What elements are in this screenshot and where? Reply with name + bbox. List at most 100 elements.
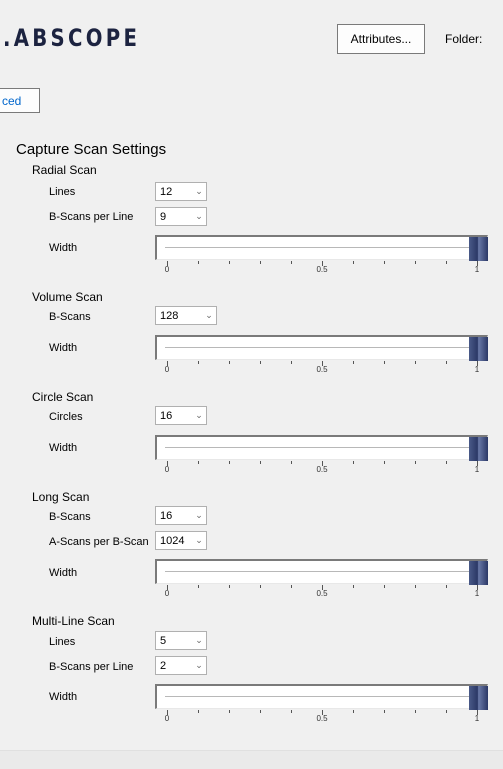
- slider-tick-label-min: 0: [164, 265, 170, 274]
- slider-track[interactable]: [155, 335, 488, 361]
- slider-tick-label-mid: 0.5: [316, 365, 328, 374]
- slider-tick-label-min: 0: [164, 589, 170, 598]
- slider-track-line: [165, 571, 469, 572]
- slider-tick: [446, 710, 447, 713]
- long-scan-title: Long Scan: [32, 490, 90, 504]
- multiline-width-slider[interactable]: 0 0.5 1: [155, 684, 488, 726]
- chevron-down-icon: ⌄: [195, 510, 203, 520]
- slider-tick: [291, 261, 292, 264]
- circle-circles-label: Circles: [49, 411, 83, 423]
- slider-tick: [229, 361, 230, 364]
- radial-lines-label: Lines: [49, 186, 76, 198]
- volume-bscans-select[interactable]: 128 ⌄: [155, 306, 217, 325]
- slider-tick: [291, 461, 292, 464]
- slider-tick-label-max: 1: [474, 365, 480, 374]
- advanced-button[interactable]: ced: [0, 88, 40, 113]
- long-width-slider[interactable]: 0 0.5 1: [155, 559, 488, 601]
- attributes-button[interactable]: Attributes...: [337, 24, 425, 54]
- slider-tick: [229, 261, 230, 264]
- multiline-width-label: Width: [49, 691, 78, 703]
- volume-width-slider[interactable]: 0 0.5 1: [155, 335, 488, 377]
- slider-thumb[interactable]: [469, 686, 488, 710]
- slider-tick: [384, 361, 385, 364]
- radial-bscans-value: 9: [160, 210, 167, 223]
- slider-tick: [446, 261, 447, 264]
- long-bscans-select[interactable]: 16 ⌄: [155, 506, 207, 525]
- slider-thumb[interactable]: [469, 561, 488, 585]
- slider-tick: [415, 361, 416, 364]
- slider-tick-label-mid: 0.5: [316, 589, 328, 598]
- slider-tick: [198, 261, 199, 264]
- circle-width-label: Width: [49, 442, 78, 454]
- slider-tick: [415, 261, 416, 264]
- multiline-bscans-select[interactable]: 2 ⌄: [155, 656, 207, 675]
- slider-tick: [384, 461, 385, 464]
- circle-scan-title: Circle Scan: [32, 390, 94, 404]
- chevron-down-icon: ⌄: [205, 310, 213, 320]
- slider-tick: [353, 710, 354, 713]
- slider-tick: [446, 585, 447, 588]
- slider-tick-label-min: 0: [164, 714, 170, 723]
- volume-width-label: Width: [49, 342, 78, 354]
- radial-width-slider[interactable]: 0 0.5 1: [155, 235, 488, 277]
- volume-bscans-label: B-Scans: [49, 311, 91, 323]
- chevron-down-icon: ⌄: [195, 211, 203, 221]
- circle-circles-select[interactable]: 16 ⌄: [155, 406, 207, 425]
- radial-lines-select[interactable]: 12 ⌄: [155, 182, 207, 201]
- slider-tick: [198, 585, 199, 588]
- slider-tick-label-mid: 0.5: [316, 265, 328, 274]
- slider-tick: [260, 261, 261, 264]
- chevron-down-icon: ⌄: [195, 410, 203, 420]
- circle-circles-value: 16: [160, 409, 173, 422]
- chevron-down-icon: ⌄: [195, 660, 203, 670]
- slider-tick: [384, 261, 385, 264]
- slider-tick: [384, 710, 385, 713]
- slider-thumb[interactable]: [469, 437, 488, 461]
- slider-track-line: [165, 696, 469, 697]
- slider-tick: [229, 710, 230, 713]
- slider-thumb[interactable]: [469, 337, 488, 361]
- multiline-lines-select[interactable]: 5 ⌄: [155, 631, 207, 650]
- slider-tick-label-min: 0: [164, 465, 170, 474]
- slider-tick: [198, 461, 199, 464]
- slider-track[interactable]: [155, 235, 488, 261]
- slider-tick: [198, 361, 199, 364]
- slider-track-line: [165, 347, 469, 348]
- slider-track[interactable]: [155, 435, 488, 461]
- slider-thumb[interactable]: [469, 237, 488, 261]
- chevron-down-icon: ⌄: [195, 186, 203, 196]
- slider-tick-label-mid: 0.5: [316, 465, 328, 474]
- slider-tick: [446, 461, 447, 464]
- radial-bscans-label: B-Scans per Line: [49, 211, 134, 223]
- folder-label: Folder:: [445, 32, 483, 46]
- slider-tick-label-max: 1: [474, 265, 480, 274]
- app-logo: .ABSCOPE: [3, 24, 141, 52]
- multiline-lines-label: Lines: [49, 636, 76, 648]
- slider-tick: [415, 461, 416, 464]
- slider-tick: [229, 585, 230, 588]
- slider-track[interactable]: [155, 559, 488, 585]
- circle-width-slider[interactable]: 0 0.5 1: [155, 435, 488, 477]
- long-ascans-label: A-Scans per B-Scan: [49, 536, 149, 548]
- long-bscans-value: 16: [160, 509, 173, 522]
- slider-tick: [229, 461, 230, 464]
- slider-tick: [260, 461, 261, 464]
- long-width-label: Width: [49, 567, 78, 579]
- slider-track-line: [165, 447, 469, 448]
- slider-tick: [291, 361, 292, 364]
- slider-tick: [415, 585, 416, 588]
- radial-bscans-select[interactable]: 9 ⌄: [155, 207, 207, 226]
- radial-width-label: Width: [49, 242, 78, 254]
- chevron-down-icon: ⌄: [195, 535, 203, 545]
- radial-lines-value: 12: [160, 185, 173, 198]
- long-ascans-select[interactable]: 1024 ⌄: [155, 531, 207, 550]
- slider-tick: [260, 710, 261, 713]
- slider-track[interactable]: [155, 684, 488, 710]
- slider-tick-label-min: 0: [164, 365, 170, 374]
- slider-tick: [353, 461, 354, 464]
- slider-tick: [415, 710, 416, 713]
- multiline-bscans-value: 2: [160, 659, 167, 672]
- bottom-bar: [0, 750, 503, 769]
- slider-tick-label-max: 1: [474, 465, 480, 474]
- chevron-down-icon: ⌄: [195, 635, 203, 645]
